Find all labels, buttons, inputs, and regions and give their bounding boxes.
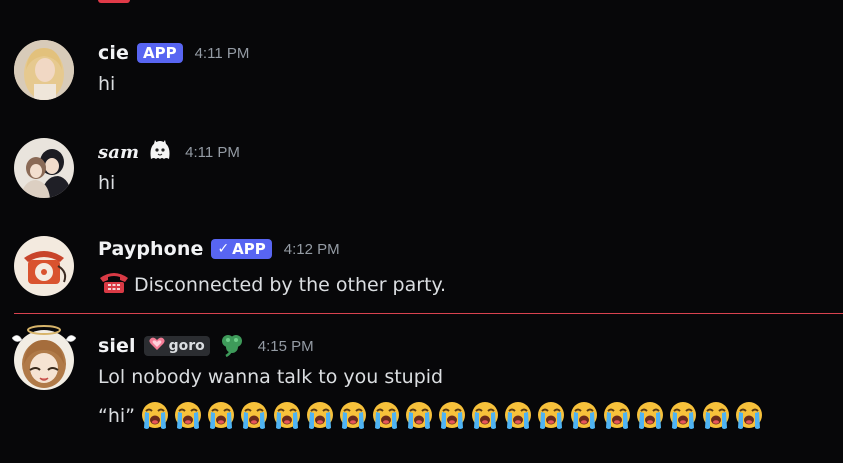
loudly-crying-face-icon xyxy=(733,400,765,432)
guild-tag[interactable]: goro xyxy=(143,336,210,356)
checkmark-icon: ✓ xyxy=(217,241,230,257)
loudly-crying-face-icon xyxy=(502,400,534,432)
loudly-crying-face-icon xyxy=(634,400,666,432)
avatar[interactable] xyxy=(14,40,74,100)
telephone-icon xyxy=(98,269,130,300)
crying-emoji-row xyxy=(139,400,765,432)
timestamp[interactable]: 4:11 PM xyxy=(185,144,240,161)
message-text: Lol nobody wanna talk to you stupid xyxy=(98,366,444,388)
previous-message-fragment xyxy=(98,0,130,3)
loudly-crying-face-icon xyxy=(535,400,567,432)
guild-tag-label: goro xyxy=(168,338,205,354)
message-text: Disconnected by the other party. xyxy=(134,273,447,296)
clover-icon xyxy=(218,331,246,361)
avatar[interactable] xyxy=(14,138,74,198)
app-tag-label: APP xyxy=(232,240,266,258)
app-tag: APP xyxy=(136,43,183,63)
loudly-crying-face-icon xyxy=(700,400,732,432)
avatar[interactable] xyxy=(14,236,74,296)
timestamp[interactable]: 4:11 PM xyxy=(195,45,250,62)
loudly-crying-face-icon xyxy=(568,400,600,432)
message-content: hi xyxy=(98,172,115,194)
message-text: “hi” xyxy=(98,405,136,427)
loudly-crying-face-icon xyxy=(403,400,435,432)
message-content: hi xyxy=(98,73,115,95)
loudly-crying-face-icon xyxy=(601,400,633,432)
loudly-crying-face-icon xyxy=(469,400,501,432)
avatar[interactable] xyxy=(12,325,76,390)
loudly-crying-face-icon xyxy=(667,400,699,432)
timestamp[interactable]: 4:15 PM xyxy=(258,338,314,355)
message-content: Disconnected by the other party. xyxy=(98,269,446,300)
username[interactable]: siel xyxy=(98,335,136,357)
heart-icon xyxy=(148,337,165,355)
username[interactable]: Payphone xyxy=(98,238,203,260)
timestamp[interactable]: 4:12 PM xyxy=(284,241,340,258)
loudly-crying-face-icon xyxy=(238,400,270,432)
loudly-crying-face-icon xyxy=(304,400,336,432)
message-content-line2: “hi” xyxy=(98,400,765,432)
message-content: Lol nobody wanna talk to you stupid xyxy=(98,366,443,388)
loudly-crying-face-icon xyxy=(436,400,468,432)
loudly-crying-face-icon xyxy=(370,400,402,432)
loudly-crying-face-icon xyxy=(337,400,369,432)
new-messages-divider xyxy=(14,313,843,314)
loudly-crying-face-icon xyxy=(139,400,171,432)
message-text: hi xyxy=(98,172,116,194)
username[interactable]: sam xyxy=(98,142,139,163)
ghost-cat-emoji-icon xyxy=(147,137,173,167)
loudly-crying-face-icon xyxy=(172,400,204,432)
loudly-crying-face-icon xyxy=(271,400,303,432)
message-text: hi xyxy=(98,73,116,95)
loudly-crying-face-icon xyxy=(205,400,237,432)
username[interactable]: cie xyxy=(98,42,129,64)
verified-app-tag: ✓ APP xyxy=(211,239,272,259)
